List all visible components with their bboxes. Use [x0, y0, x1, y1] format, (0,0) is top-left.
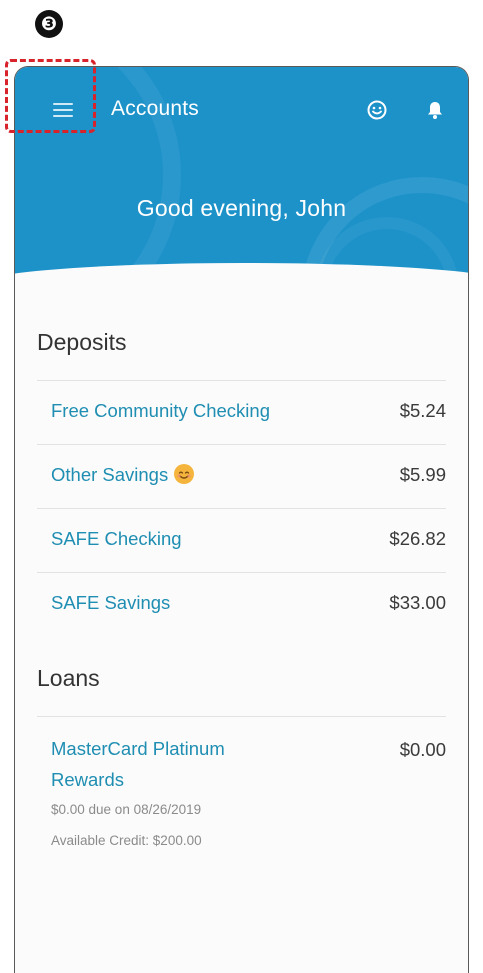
hamburger-menu-icon[interactable] — [53, 103, 73, 117]
page-title: Accounts — [111, 97, 199, 120]
account-name: SAFE Checking — [51, 528, 182, 549]
screen: ❸ Accounts Good evening, John Deposits F… — [0, 0, 483, 973]
app-header: Accounts Good evening, John — [15, 67, 468, 277]
account-row-safe-savings[interactable]: SAFE Savings $33.00 — [37, 572, 446, 634]
account-balance: $5.99 — [399, 464, 446, 485]
loan-balance: $0.00 — [399, 739, 446, 760]
step-number-badge: ❸ — [35, 10, 63, 38]
account-row-free-community-checking[interactable]: Free Community Checking $5.24 — [37, 380, 446, 442]
divider — [37, 716, 446, 717]
loan-name: MasterCard Platinum Rewards — [51, 738, 225, 790]
loan-due-date: $0.00 due on 08/26/2019 — [51, 802, 202, 817]
loans-heading: Loans — [37, 665, 100, 691]
account-name-wrap: Other Savings — [51, 464, 195, 486]
deposits-heading: Deposits — [37, 329, 127, 355]
greeting-text: Good evening, John — [136, 195, 347, 221]
account-name: Free Community Checking — [51, 400, 270, 421]
account-row-other-savings[interactable]: Other Savings $5.99 — [37, 444, 446, 506]
smile-icon[interactable] — [367, 100, 387, 120]
account-name: Other Savings — [51, 464, 169, 485]
account-balance: $5.24 — [399, 400, 446, 421]
account-balance: $33.00 — [389, 592, 446, 613]
account-name: SAFE Savings — [51, 592, 171, 613]
phone-frame: Accounts Good evening, John Deposits Fre… — [14, 66, 469, 973]
smiling-face-emoji-icon — [174, 464, 195, 484]
bell-icon[interactable] — [427, 100, 443, 120]
account-balance: $26.82 — [389, 528, 446, 549]
loan-available-credit: Available Credit: $200.00 — [51, 833, 202, 848]
account-row-safe-checking[interactable]: SAFE Checking $26.82 — [37, 508, 446, 570]
